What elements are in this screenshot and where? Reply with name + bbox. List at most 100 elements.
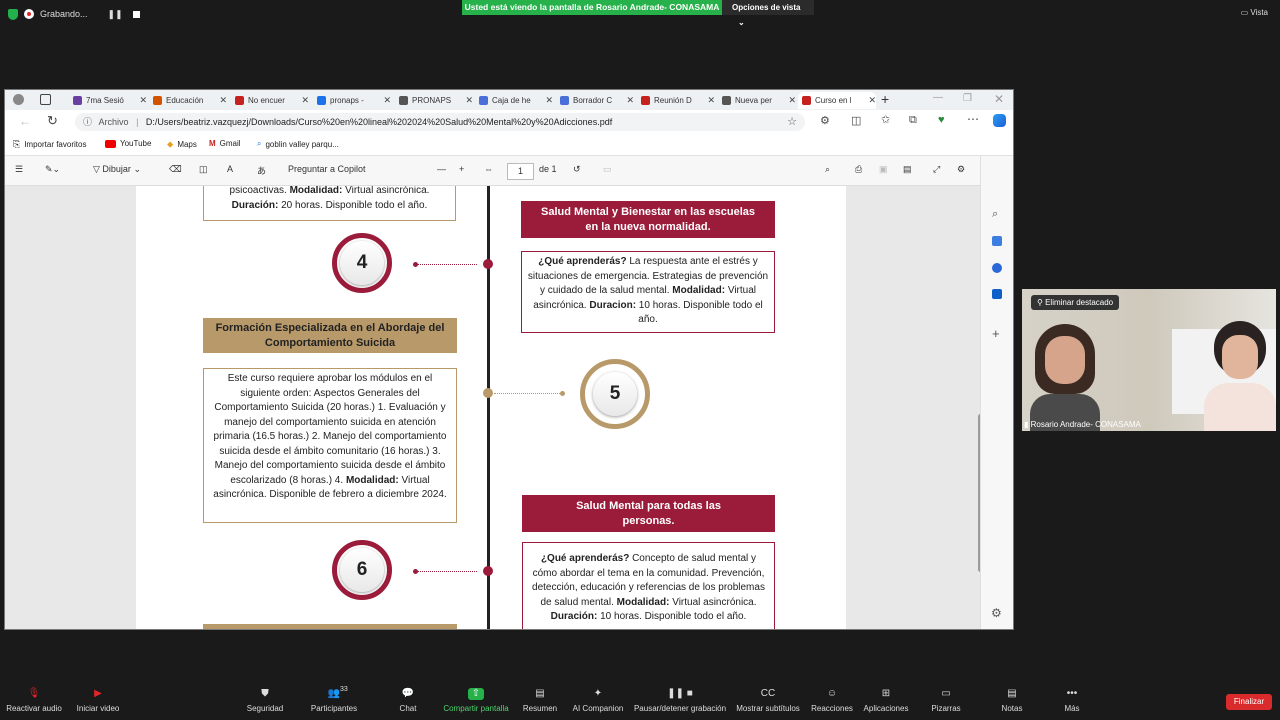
copilot-icon[interactable] xyxy=(993,114,1006,127)
save-icon[interactable]: ▣ xyxy=(879,164,888,175)
zoom-out-icon[interactable]: — xyxy=(437,164,446,174)
tab-favicon-icon xyxy=(641,96,650,105)
eraser-icon[interactable]: ⌫ xyxy=(169,164,182,175)
profile-icon[interactable] xyxy=(13,94,24,105)
pdf-settings-icon[interactable]: ⚙ xyxy=(957,164,965,175)
tab-close-icon[interactable]: ✕ xyxy=(707,95,715,106)
page-view-icon[interactable]: ◫ xyxy=(199,164,208,175)
maximize-button[interactable]: ❐ xyxy=(963,93,972,104)
course-header-bienestar: Salud Mental y Bienestar en las escuelas… xyxy=(521,201,775,238)
favorites-icon[interactable]: ✩ xyxy=(881,113,890,126)
fullscreen-icon[interactable]: ⤢ xyxy=(933,164,940,175)
step-5-number: 5 xyxy=(593,372,637,416)
tab-6[interactable]: Caja de he ✕ xyxy=(475,92,553,109)
browser-window: 7ma Sesió ✕ Educación ✕ No encuer ✕ pronaps - ✕… xyxy=(4,89,1014,630)
outlook-icon[interactable] xyxy=(992,289,1002,299)
collections-icon[interactable]: ⧉ xyxy=(909,114,917,127)
contents-icon[interactable]: ☰ xyxy=(15,164,23,175)
tab-label: Caja de he xyxy=(492,96,531,105)
draw-button[interactable]: ▽ Dibujar ⌄ xyxy=(93,164,141,175)
ask-copilot-button[interactable]: Preguntar a Copilot xyxy=(288,164,366,174)
read-aloud-icon[interactable]: A xyxy=(227,164,233,174)
pause-recording-icon[interactable]: ❚❚ xyxy=(108,9,123,20)
bookmark-goblin[interactable]: ⌕ goblin valley parqu... xyxy=(257,139,339,149)
toolbar-label: Pizarras xyxy=(931,704,961,713)
toolbar-pause-stop-button[interactable]: ❚❚ ■ Pausar/detener grabación xyxy=(630,688,730,713)
performance-icon[interactable]: ♥ xyxy=(938,114,945,126)
url-text: D:/Users/beatriz.vazquezj/Downloads/Curs… xyxy=(145,117,613,127)
shopping-icon[interactable] xyxy=(992,236,1002,246)
tab-close-icon[interactable]: ✕ xyxy=(301,95,309,106)
tab-1[interactable]: 7ma Sesió ✕ xyxy=(69,92,147,109)
unpin-button[interactable]: ⚲ Eliminar destacado xyxy=(1031,295,1120,310)
pdf-search-icon[interactable]: ⌕ xyxy=(825,164,830,175)
toolbar-more-button[interactable]: ••• Más xyxy=(1022,688,1122,713)
tab-3[interactable]: No encuer ✕ xyxy=(231,92,309,109)
rotate-icon[interactable]: ↺ xyxy=(573,164,581,175)
step-4-circle: 4 xyxy=(332,233,392,293)
person-left xyxy=(1030,324,1100,431)
tab-label: Curso en l xyxy=(815,96,852,105)
toolbar-label: Notas xyxy=(1001,704,1023,713)
stop-recording-icon[interactable] xyxy=(132,10,140,18)
tab-close-icon[interactable]: ✕ xyxy=(139,95,147,106)
tab-close-icon[interactable]: ✕ xyxy=(545,95,553,106)
tab-close-icon[interactable]: ✕ xyxy=(788,95,796,106)
print-icon[interactable]: ⎙ xyxy=(855,164,862,175)
tab-favicon-icon xyxy=(235,96,244,105)
bookmark-import[interactable]: ⎘ Importar favoritos xyxy=(13,139,86,150)
tab-10[interactable]: Curso en l ✕ xyxy=(798,92,876,109)
extensions-icon[interactable]: ⚙ xyxy=(820,114,830,127)
two-page-icon[interactable]: ▭ xyxy=(603,164,612,175)
sidebar-settings-icon[interactable]: ⚙ xyxy=(991,606,1002,620)
page-number-input[interactable]: 1 xyxy=(507,163,534,180)
gmail-icon: M xyxy=(209,139,216,148)
tab-close-icon[interactable]: ✕ xyxy=(465,95,473,106)
end-meeting-button[interactable]: Finalizar xyxy=(1226,694,1272,710)
tab-2[interactable]: Educación ✕ xyxy=(149,92,227,109)
save-as-icon[interactable]: ▤ xyxy=(903,164,912,175)
tab-label: 7ma Sesió xyxy=(86,96,124,105)
participant-video[interactable] xyxy=(1022,289,1276,431)
close-window-button[interactable]: ✕ xyxy=(994,92,1004,106)
share-banner: Usted está viendo la pantalla de Rosario… xyxy=(462,0,722,15)
new-tab-button[interactable]: + xyxy=(881,91,889,107)
tab-actions-icon[interactable] xyxy=(40,94,51,105)
minimize-button[interactable]: — xyxy=(933,92,943,103)
fit-page-icon[interactable]: ⇔ xyxy=(484,164,493,174)
tab-close-icon[interactable]: ✕ xyxy=(383,95,391,106)
tab-close-icon[interactable]: ✕ xyxy=(868,95,876,106)
zoom-in-icon[interactable]: + xyxy=(459,164,464,174)
bookmark-youtube[interactable]: YouTube xyxy=(105,139,151,148)
tab-4[interactable]: pronaps - ✕ xyxy=(313,92,391,109)
youtube-icon xyxy=(105,139,116,148)
tab-8[interactable]: Reunión D ✕ xyxy=(637,92,715,109)
tab-7[interactable]: Borrador C ✕ xyxy=(556,92,634,109)
back-icon[interactable]: ← xyxy=(19,114,31,128)
bookmark-gmail[interactable]: M Gmail xyxy=(209,139,241,148)
vista-button[interactable]: ▭ Vista xyxy=(1241,8,1268,17)
search-icon[interactable]: ⌕ xyxy=(992,208,998,221)
bookmark-maps[interactable]: ⬥ Maps xyxy=(167,139,197,150)
office-icon[interactable] xyxy=(992,263,1002,273)
tab-close-icon[interactable]: ✕ xyxy=(626,95,634,106)
tab-label: Educación xyxy=(166,96,204,105)
tab-9[interactable]: Nueva per ✕ xyxy=(718,92,796,109)
bookmarks-bar: ⎘ Importar favoritos YouTube ⬥ Maps M Gmail… xyxy=(5,134,1013,156)
pdf-viewer[interactable]: psicoactivas. Modalidad: Virtual asincró… xyxy=(5,186,980,629)
add-sidebar-icon[interactable]: + xyxy=(992,326,1000,341)
url-field[interactable]: ⓘ Archivo | D:/Users/beatriz.vazquezj/Do… xyxy=(75,113,805,131)
refresh-icon[interactable]: ↻ xyxy=(47,113,58,129)
tab-close-icon[interactable]: ✕ xyxy=(219,95,227,106)
translate-icon[interactable]: あ xyxy=(257,164,266,177)
highlight-icon[interactable]: ✎⌄ xyxy=(45,164,60,175)
tab-favicon-icon xyxy=(399,96,408,105)
toolbar-video-off-button[interactable]: ▶ Iniciar video xyxy=(48,688,148,713)
step-6-number: 6 xyxy=(340,548,384,592)
menu-dots-icon[interactable]: ⋯ xyxy=(967,112,979,126)
view-options-button[interactable]: Opciones de vista ⌄ xyxy=(722,0,814,27)
course-header-todas: Salud Mental para todas las personas. xyxy=(522,495,775,532)
favorite-star-icon[interactable]: ☆ xyxy=(787,113,797,131)
tab-5[interactable]: PRONAPS ✕ xyxy=(395,92,473,109)
split-screen-icon[interactable]: ◫ xyxy=(851,114,861,127)
